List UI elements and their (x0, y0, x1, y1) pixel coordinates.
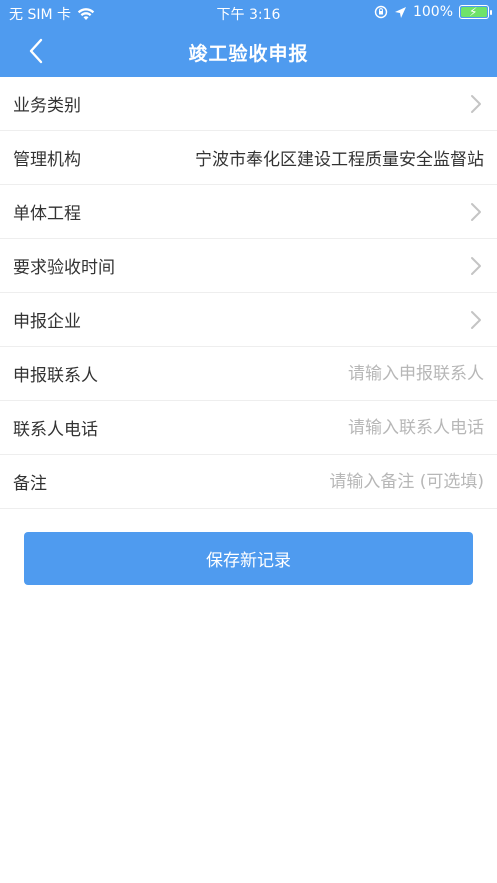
chevron-right-icon (471, 94, 481, 113)
chevron-right-icon (471, 310, 481, 329)
row-remark: 备注 (0, 455, 497, 509)
phone-label: 联系人电话 (13, 420, 98, 440)
location-arrow-icon (394, 6, 406, 18)
required-time-label: 要求验收时间 (13, 258, 115, 278)
row-phone: 联系人电话 (0, 401, 497, 455)
applicant-company-label: 申报企业 (13, 312, 81, 332)
contact-label: 申报联系人 (13, 366, 98, 386)
app-header: 无 SIM 卡 下午 3:16 100% ⚡ 竣工验收申报 (0, 0, 497, 77)
management-org-label: 管理机构 (13, 150, 81, 170)
save-record-button[interactable]: 保存新记录 (24, 532, 473, 585)
form-list: 业务类别 管理机构 宁波市奉化区建设工程质量安全监督站 单体工程 要求验收时间 … (0, 77, 497, 509)
battery-icon: ⚡ (459, 5, 492, 19)
contact-input[interactable] (224, 363, 484, 384)
nav-bar: 竣工验收申报 (0, 26, 497, 77)
row-contact: 申报联系人 (0, 347, 497, 401)
status-right: 100% ⚡ (374, 4, 492, 20)
orientation-lock-icon (374, 5, 388, 19)
battery-percent: 100% (412, 4, 453, 20)
chevron-right-icon (471, 256, 481, 275)
remark-input[interactable] (224, 471, 484, 492)
row-applicant-company[interactable]: 申报企业 (0, 293, 497, 347)
row-business-type[interactable]: 业务类别 (0, 77, 497, 131)
single-project-label: 单体工程 (13, 204, 81, 224)
management-org-value: 宁波市奉化区建设工程质量安全监督站 (195, 150, 484, 170)
row-management-org: 管理机构 宁波市奉化区建设工程质量安全监督站 (0, 131, 497, 185)
row-required-time[interactable]: 要求验收时间 (0, 239, 497, 293)
chevron-right-icon (471, 202, 481, 221)
page-title: 竣工验收申报 (188, 43, 309, 65)
row-single-project[interactable]: 单体工程 (0, 185, 497, 239)
business-type-label: 业务类别 (13, 96, 81, 116)
phone-input[interactable] (224, 417, 484, 438)
status-bar: 无 SIM 卡 下午 3:16 100% ⚡ (0, 0, 497, 26)
remark-label: 备注 (13, 474, 47, 494)
